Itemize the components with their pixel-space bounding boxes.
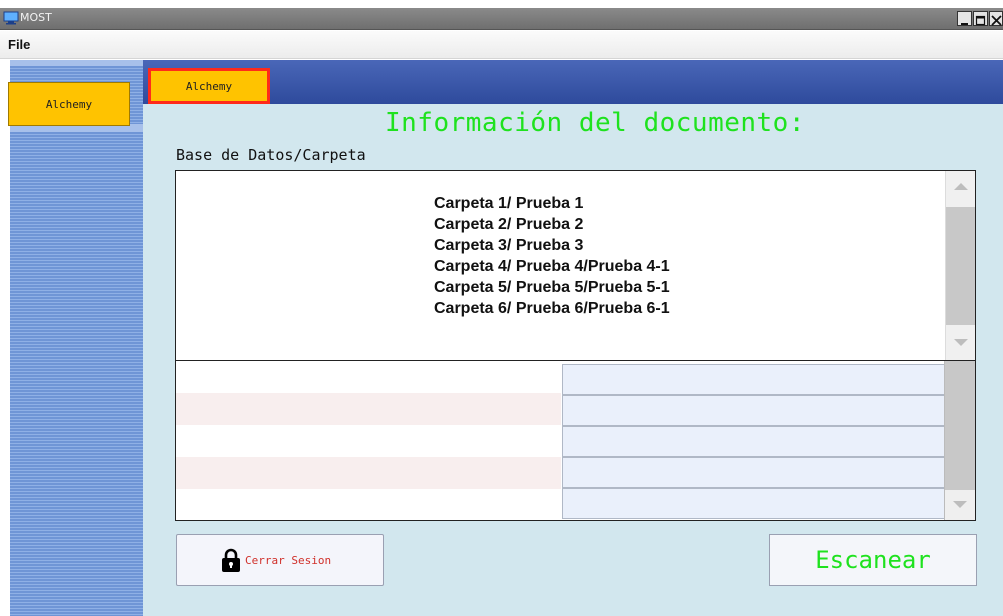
tab-alchemy[interactable]: Alchemy xyxy=(148,68,270,104)
scroll-thumb[interactable] xyxy=(946,207,975,325)
database-folder-label: Base de Datos/Carpeta xyxy=(176,146,366,164)
sidebar-divider xyxy=(10,60,143,66)
list-item[interactable]: Carpeta 5/ Prueba 5/Prueba 5-1 xyxy=(434,277,914,298)
close-icon xyxy=(991,15,1002,26)
table-row xyxy=(176,361,561,393)
sidebar-item-alchemy[interactable]: Alchemy xyxy=(8,82,130,126)
folder-list-scrollbar[interactable] xyxy=(945,171,975,360)
field-grid-scrollbar[interactable] xyxy=(944,361,975,520)
field-value-input[interactable] xyxy=(562,395,945,426)
page-title: Información del documento: xyxy=(385,108,805,138)
scroll-down-button[interactable] xyxy=(945,490,975,520)
scroll-down-icon[interactable] xyxy=(954,339,968,346)
list-item[interactable]: Carpeta 6/ Prueba 6/Prueba 6-1 xyxy=(434,298,914,319)
folder-list[interactable]: Carpeta 1/ Prueba 1 Carpeta 2/ Prueba 2 … xyxy=(175,170,976,361)
maximize-button[interactable] xyxy=(973,11,988,26)
field-grid xyxy=(175,361,976,521)
logout-label: Cerrar Sesion xyxy=(245,553,332,567)
field-value-input[interactable] xyxy=(562,488,945,519)
list-item[interactable]: Carpeta 1/ Prueba 1 xyxy=(434,193,914,214)
table-row xyxy=(176,457,561,489)
folder-items: Carpeta 1/ Prueba 1 Carpeta 2/ Prueba 2 … xyxy=(434,193,914,319)
list-item[interactable]: Carpeta 2/ Prueba 2 xyxy=(434,214,914,235)
table-row xyxy=(176,425,561,457)
close-button[interactable] xyxy=(989,11,1003,26)
menubar: File xyxy=(0,31,1003,59)
tab-bar xyxy=(143,60,1003,104)
table-row xyxy=(176,489,561,521)
field-value-input[interactable] xyxy=(562,457,945,488)
scan-button[interactable]: Escanear xyxy=(769,534,977,586)
table-row xyxy=(176,393,561,425)
maximize-icon xyxy=(975,15,986,26)
minimize-button[interactable] xyxy=(957,11,972,26)
scan-label: Escanear xyxy=(815,546,931,574)
sidebar-item-label: Alchemy xyxy=(45,97,93,111)
monitor-icon xyxy=(3,11,19,25)
window-titlebar: MOST xyxy=(0,8,1003,30)
sidebar xyxy=(10,60,143,616)
field-value-input[interactable] xyxy=(562,426,945,457)
scroll-up-icon[interactable] xyxy=(954,183,968,190)
list-item[interactable]: Carpeta 4/ Prueba 4/Prueba 4-1 xyxy=(434,256,914,277)
minimize-icon xyxy=(961,23,968,25)
scroll-down-icon xyxy=(953,501,967,508)
menu-file[interactable]: File xyxy=(8,37,30,52)
lock-icon xyxy=(222,548,240,572)
logout-button[interactable]: Cerrar Sesion xyxy=(176,534,384,586)
field-value-input[interactable] xyxy=(562,364,945,395)
window-title: MOST xyxy=(20,11,52,24)
tab-label: Alchemy xyxy=(185,79,233,93)
list-item[interactable]: Carpeta 3/ Prueba 3 xyxy=(434,235,914,256)
